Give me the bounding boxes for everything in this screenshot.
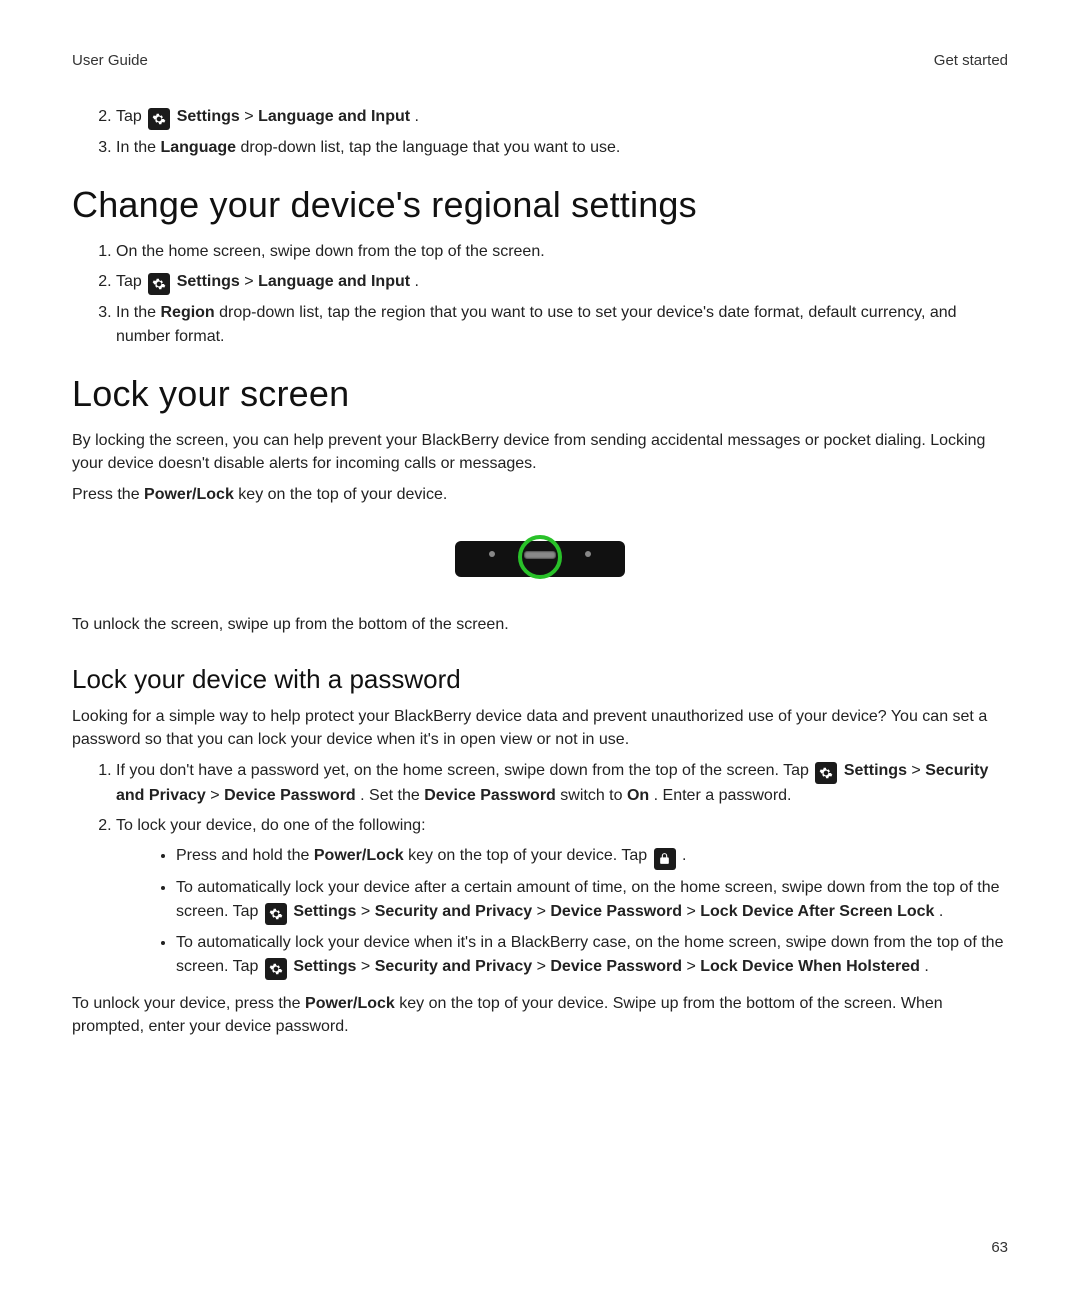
text: key on the top of your device. Tap [408,847,651,864]
settings-label: Settings [177,108,240,125]
sep: > [537,958,551,975]
gear-icon [265,903,287,925]
power-lock-label: Power/Lock [144,486,234,503]
text: To lock your device, do one of the follo… [116,817,426,834]
password-option-1: Press and hold the Power/Lock key on the… [176,844,1008,870]
text: . Set the [360,787,424,804]
phone-sensor-left [489,551,495,557]
text: In the [116,139,160,156]
settings-label: Settings [293,958,356,975]
region-label: Region [160,304,214,321]
password-intro: Looking for a simple way to help protect… [72,705,1008,751]
page-header: User Guide Get started [72,52,1008,69]
text: . [939,903,943,920]
power-lock-label: Power/Lock [305,995,395,1012]
text: . [924,958,928,975]
password-option-2: To automatically lock your device after … [176,876,1008,925]
text: switch to [560,787,627,804]
settings-label: Settings [844,762,907,779]
regional-steps: On the home screen, swipe down from the … [72,240,1008,349]
language-label: Language [160,139,236,156]
gear-icon [148,273,170,295]
sep: > [244,108,258,125]
text: If you don't have a password yet, on the… [116,762,813,779]
text: . [415,108,419,125]
sep: > [210,787,224,804]
settings-label: Settings [293,903,356,920]
language-input-label: Language and Input [258,273,410,290]
phone-top-figure [72,529,1008,585]
text: . [682,847,686,864]
gear-icon [265,958,287,980]
password-option-3: To automatically lock your device when i… [176,931,1008,980]
gear-icon [148,108,170,130]
lock-when-holstered-label: Lock Device When Holstered [700,958,920,975]
device-password-label: Device Password [224,787,356,804]
regional-step-2: Tap Settings > Language and Input . [116,270,1008,295]
regional-step-1: On the home screen, swipe down from the … [116,240,1008,264]
page-number: 63 [991,1239,1008,1256]
page: User Guide Get started Tap Settings > La… [0,0,1080,1296]
regional-step-3: In the Region drop-down list, tap the re… [116,301,1008,349]
text: In the [116,304,160,321]
language-step-3: In the Language drop-down list, tap the … [116,136,1008,160]
password-options: Press and hold the Power/Lock key on the… [116,844,1008,980]
lock-unlock: To unlock the screen, swipe up from the … [72,613,1008,636]
text: To unlock your device, press the [72,995,305,1012]
settings-label: Settings [177,273,240,290]
password-step-2: To lock your device, do one of the follo… [116,814,1008,980]
header-left: User Guide [72,52,148,69]
text: Press and hold the [176,847,314,864]
text: . [415,273,419,290]
regional-heading: Change your device's regional settings [72,184,1008,226]
security-privacy-label: Security and Privacy [375,903,532,920]
sep: > [361,958,375,975]
password-step-1: If you don't have a password yet, on the… [116,759,1008,808]
lock-heading: Lock your screen [72,373,1008,415]
gear-icon [815,762,837,784]
power-lock-key [524,551,556,559]
lock-intro: By locking the screen, you can help prev… [72,429,1008,475]
text: . Enter a password. [654,787,792,804]
device-password-label: Device Password [550,958,682,975]
sep: > [686,958,700,975]
password-unlock: To unlock your device, press the Power/L… [72,992,1008,1038]
header-right: Get started [934,52,1008,69]
language-step-2: Tap Settings > Language and Input . [116,105,1008,130]
security-privacy-label: Security and Privacy [375,958,532,975]
language-steps: Tap Settings > Language and Input . In t… [72,105,1008,160]
text: drop-down list, tap the region that you … [116,304,957,345]
sep: > [537,903,551,920]
sep: > [686,903,700,920]
power-lock-label: Power/Lock [314,847,404,864]
lock-press: Press the Power/Lock key on the top of y… [72,483,1008,506]
sep: > [361,903,375,920]
text: Press the [72,486,144,503]
text: Tap [116,273,146,290]
on-label: On [627,787,649,804]
phone-top-illustration [455,529,625,585]
phone-sensor-right [585,551,591,557]
password-heading: Lock your device with a password [72,664,1008,695]
text: key on the top of your device. [238,486,447,503]
text: drop-down list, tap the language that yo… [241,139,621,156]
sep: > [244,273,258,290]
text: Tap [116,108,146,125]
sep: > [911,762,925,779]
lock-after-screen-lock-label: Lock Device After Screen Lock [700,903,934,920]
device-password-label: Device Password [550,903,682,920]
language-input-label: Language and Input [258,108,410,125]
phone-body [455,541,625,577]
lock-icon [654,848,676,870]
password-steps: If you don't have a password yet, on the… [72,759,1008,980]
device-password-label: Device Password [424,787,556,804]
